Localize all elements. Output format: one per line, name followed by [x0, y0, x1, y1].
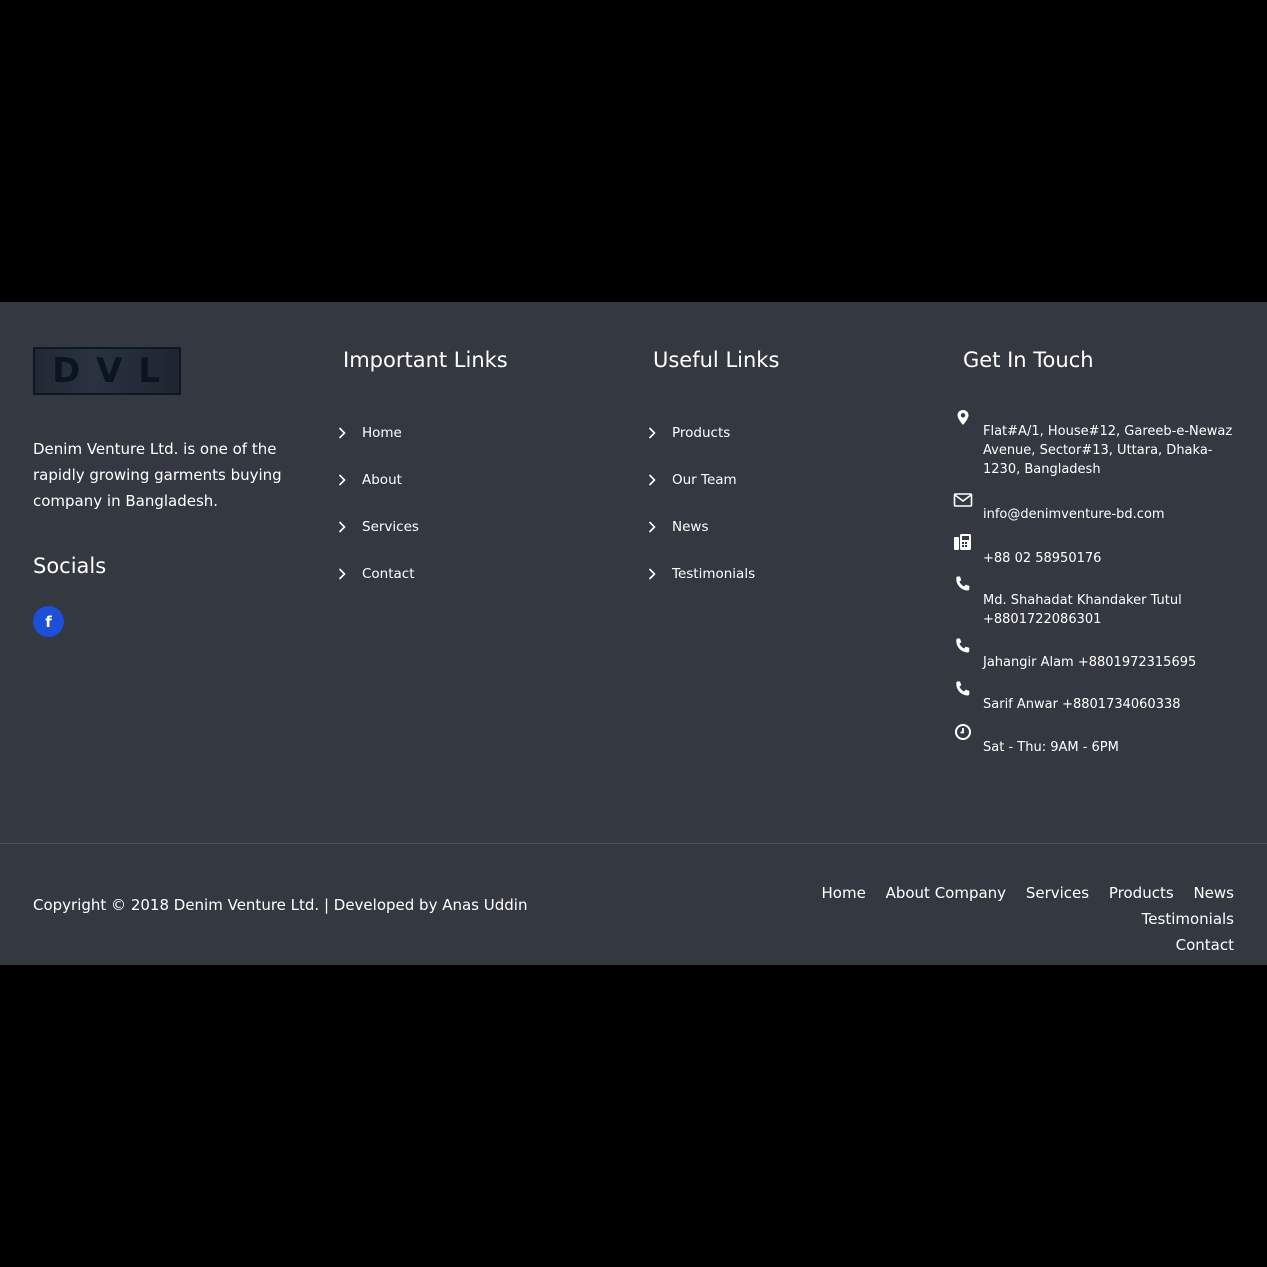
useful-link-label: News [672, 518, 709, 535]
chevron-right-icon [338, 426, 362, 439]
useful-link-label: Testimonials [672, 565, 756, 582]
chevron-right-icon [648, 520, 672, 533]
fax-icon [953, 532, 973, 552]
bottom-nav-home[interactable]: Home [822, 884, 866, 902]
chevron-right-icon [338, 520, 362, 533]
chevron-right-icon [338, 567, 362, 580]
envelope-icon [953, 490, 973, 510]
contact-text: Sat - Thu: 9AM - 6PM [983, 740, 1119, 755]
important-links-list: Home About Services Contact [338, 409, 419, 597]
clock-icon [953, 722, 973, 742]
contact-text: Md. Shahadat Khandaker Tutul +8801722086… [983, 593, 1182, 627]
useful-link-label: Products [672, 424, 731, 441]
useful-link-products[interactable]: Products [648, 409, 755, 456]
important-links-heading: Important Links [343, 348, 508, 372]
chevron-right-icon [648, 473, 672, 486]
map-pin-icon [953, 408, 973, 428]
important-link-label: Home [362, 424, 402, 441]
useful-link-testimonials[interactable]: Testimonials [648, 550, 755, 597]
copyright-text: Copyright © 2018 Denim Venture Ltd. | De… [33, 896, 528, 914]
useful-links-list: Products Our Team News Testimonials [648, 409, 755, 597]
useful-links-heading: Useful Links [653, 348, 780, 372]
useful-link-label: Our Team [672, 471, 737, 488]
bottom-nav-products[interactable]: Products [1109, 884, 1174, 902]
useful-link-our-team[interactable]: Our Team [648, 456, 755, 503]
chevron-right-icon [648, 426, 672, 439]
bottom-nav-services[interactable]: Services [1026, 884, 1089, 902]
contact-text: +88 02 58950176 [983, 551, 1102, 566]
socials-heading: Socials [33, 554, 107, 578]
dvl-logo[interactable]: D V L [33, 347, 181, 395]
facebook-icon[interactable]: f [33, 606, 64, 637]
contact-text: Flat#A/1, House#12, Gareeb-e-Newaz Avenu… [983, 424, 1233, 477]
useful-link-news[interactable]: News [648, 503, 755, 550]
phone-icon [953, 679, 973, 699]
important-link-home[interactable]: Home [338, 409, 419, 456]
contact-text: info@denimventure-bd.com [983, 507, 1165, 522]
bottom-nav-contact[interactable]: Contact [1176, 936, 1234, 954]
important-link-about[interactable]: About [338, 456, 419, 503]
contact-text: Sarif Anwar +8801734060338 [983, 697, 1181, 712]
company-description: Denim Venture Ltd. is one of the rapidly… [33, 440, 282, 510]
bottom-nav: Home About Company Services Products New… [734, 880, 1235, 958]
chevron-right-icon [338, 473, 362, 486]
important-link-label: Services [362, 518, 419, 535]
important-link-label: Contact [362, 565, 415, 582]
bottom-nav-news[interactable]: News [1193, 884, 1234, 902]
site-footer: D V L Denim Venture Ltd. is one of the r… [0, 302, 1267, 965]
bottom-nav-about-company[interactable]: About Company [886, 884, 1006, 902]
bottom-nav-testimonials[interactable]: Testimonials [1142, 910, 1234, 928]
important-link-label: About [362, 471, 402, 488]
footer-divider [0, 843, 1267, 844]
get-in-touch-heading: Get In Touch [963, 348, 1094, 372]
contact-text: Jahangir Alam +8801972315695 [983, 655, 1197, 670]
phone-icon [953, 574, 973, 594]
important-link-contact[interactable]: Contact [338, 550, 419, 597]
important-link-services[interactable]: Services [338, 503, 419, 550]
chevron-right-icon [648, 567, 672, 580]
phone-icon [953, 636, 973, 656]
